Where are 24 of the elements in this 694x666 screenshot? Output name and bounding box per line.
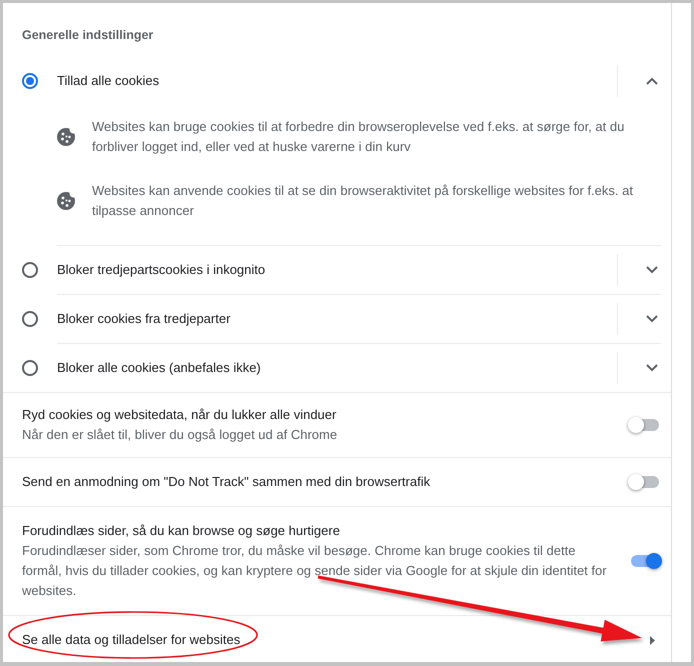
cookie-icon <box>57 128 75 146</box>
caret-right-icon[interactable] <box>650 636 655 644</box>
option-label: Bloker alle cookies (anbefales ikke) <box>57 359 262 377</box>
option-label: Bloker cookies fra tredjeparter <box>57 310 232 328</box>
radio-button[interactable] <box>22 360 38 376</box>
setting-label: Send en anmodning om "Do Not Track" sammen med din browsertrafik <box>22 473 432 491</box>
radio-button[interactable] <box>22 311 38 327</box>
detail-text: Websites kan anvende cookies til at se din browseraktivitet på forskellige websites for f.eks. at tilpasse annoncer <box>92 182 634 220</box>
setting-description: Forudindlæser sider, som Chrome tror, du måske vil besøge. Chrome kan bruge cookies til dette formål, hvis du tillader cookies, og kan kryptere og sende sider via Google for at skjule din identitet for websites. <box>22 542 608 600</box>
chevron-down-icon[interactable] <box>646 266 658 274</box>
detail-text: Websites kan bruge cookies til at forbedre din browseroplevelse ved f.eks. at sørge for, at du forbliver logget ind, eller ved at huske varerne i din kurv <box>92 118 626 156</box>
chevron-up-icon[interactable] <box>646 77 658 85</box>
setting-label: Forudindlæs sider, så du kan browse og søge hurtigere <box>22 522 341 540</box>
cookie-icon <box>57 192 75 210</box>
setting-label: Ryd cookies og websitedata, når du lukker alle vinduer <box>22 406 338 424</box>
setting-description: Når den er slået til, bliver du også logget ud af Chrome <box>22 426 338 444</box>
option-label: Tillad alle cookies <box>57 72 160 90</box>
section-heading: Generelle indstillinger <box>21 27 154 44</box>
radio-button[interactable] <box>22 262 38 278</box>
option-label: Bloker tredjepartscookies i inkognito <box>57 261 266 279</box>
radio-button[interactable] <box>22 73 38 89</box>
chevron-down-icon[interactable] <box>646 364 658 372</box>
subpage-link[interactable]: Se alle data og tilladelser for websites <box>22 630 240 650</box>
chevron-down-icon[interactable] <box>646 315 658 323</box>
